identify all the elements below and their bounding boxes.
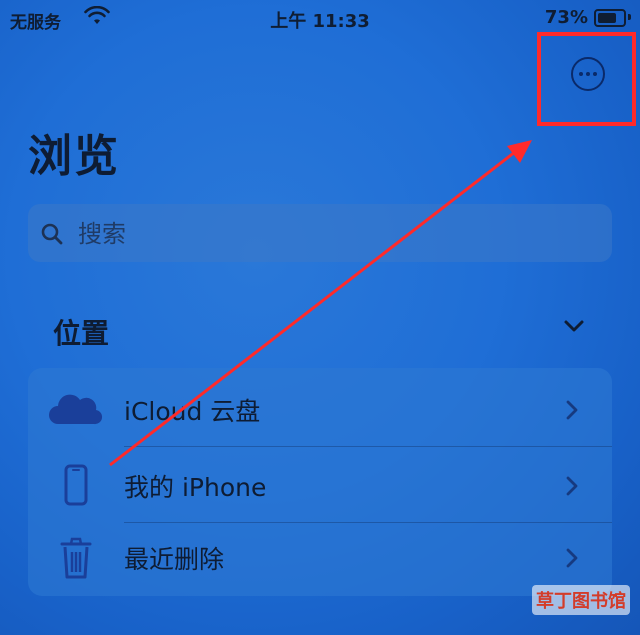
watermark: 草丁图书馆 bbox=[532, 585, 630, 615]
annotation-arrow bbox=[109, 140, 532, 467]
